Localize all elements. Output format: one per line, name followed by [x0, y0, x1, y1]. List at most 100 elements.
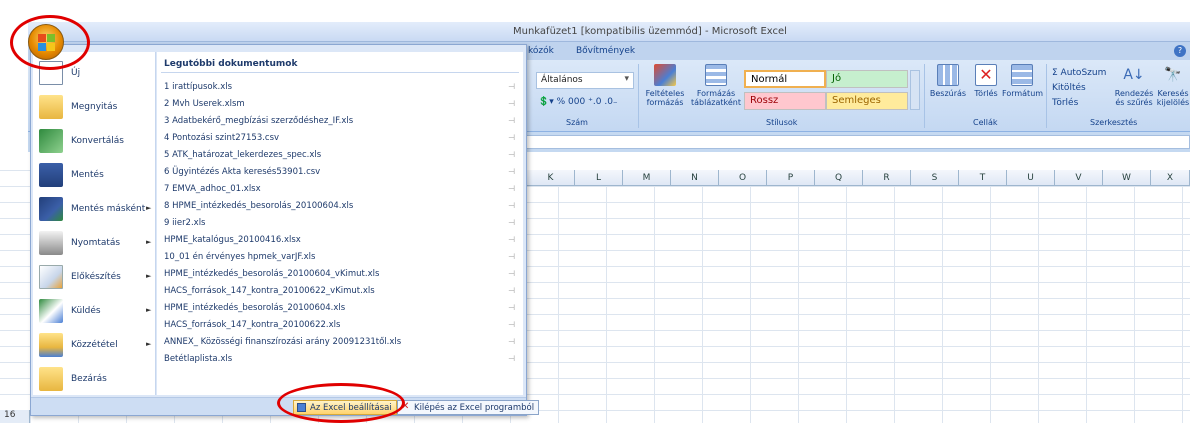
autosum-button[interactable]: Σ AutoSzum — [1052, 68, 1106, 78]
tab-addins[interactable]: Bővítmények — [576, 46, 635, 56]
recent-item[interactable]: HPME_intézkedés_besorolás_20100604.xls ⊣ — [164, 303, 519, 319]
recent-item[interactable]: 7 EMVA_adhoc_01.xlsx ⊣ — [164, 184, 519, 200]
clear-button[interactable]: Törlés — [1052, 98, 1078, 108]
find-select-label: Keresés kijelölés — [1156, 89, 1190, 107]
column-headers: K L M N O P Q R S T U V W X — [527, 170, 1190, 186]
pin-icon[interactable]: ⊣ — [508, 303, 515, 312]
pin-icon[interactable]: ⊣ — [508, 184, 515, 193]
pin-icon[interactable]: ⊣ — [508, 82, 515, 91]
recent-item[interactable]: ANNEX_ Közösségi finanszírozási arány 20… — [164, 337, 519, 353]
pin-icon[interactable]: ⊣ — [508, 167, 515, 176]
chevron-right-icon: ► — [146, 204, 152, 212]
pin-icon[interactable]: ⊣ — [508, 252, 515, 261]
column-header[interactable]: P — [767, 170, 815, 186]
find-select-button[interactable]: 🔭 Keresés kijelölés — [1156, 64, 1190, 107]
recent-item[interactable]: 10_01 én érvényes hpmek_varJF.xls ⊣ — [164, 252, 519, 268]
column-header[interactable]: X — [1151, 170, 1190, 186]
exit-excel-button[interactable]: ✕ Kilépés az Excel programból — [397, 400, 540, 415]
column-header[interactable]: T — [959, 170, 1007, 186]
conditional-format-button[interactable]: Feltételes formázás — [640, 64, 690, 107]
pin-icon[interactable]: ⊣ — [508, 354, 515, 363]
recent-item-label: 2 Mvh Userek.xlsm — [164, 99, 245, 109]
chevron-right-icon: ► — [146, 340, 152, 348]
recent-item[interactable]: 8 HPME_intézkedés_besorolás_20100604.xls… — [164, 201, 519, 217]
annotation-circle-options — [277, 383, 405, 423]
menu-item-close[interactable]: Bezárás — [33, 360, 156, 400]
format-as-table-button[interactable]: Formázás táblázatként — [690, 64, 742, 107]
column-header[interactable]: V — [1055, 170, 1103, 186]
prepare-icon — [39, 265, 63, 289]
column-header[interactable]: K — [527, 170, 575, 186]
pin-icon[interactable]: ⊣ — [508, 337, 515, 346]
row-number[interactable]: 16 — [0, 410, 30, 423]
recent-item-label: 1 irattípusok.xls — [164, 82, 233, 92]
pin-icon[interactable]: ⊣ — [508, 218, 515, 227]
delete-cells-button[interactable]: ✕ Törlés — [968, 64, 1004, 98]
conditional-format-label: Feltételes formázás — [645, 89, 685, 107]
styles-scroll[interactable] — [910, 70, 920, 110]
recent-item[interactable]: HPME_intézkedés_besorolás_20100604_vKimu… — [164, 269, 519, 285]
recent-item[interactable]: HPME_katalógus_20100416.xlsx ⊣ — [164, 235, 519, 251]
column-header[interactable]: W — [1103, 170, 1151, 186]
column-header[interactable]: U — [1007, 170, 1055, 186]
formula-input[interactable] — [525, 135, 1190, 149]
tab-developer[interactable]: kózók — [528, 46, 554, 56]
recent-item[interactable]: 6 Ügyintézés Akta keresés53901.csv ⊣ — [164, 167, 519, 183]
recent-item[interactable]: Betétlaplista.xls ⊣ — [164, 354, 519, 370]
column-header[interactable]: L — [575, 170, 623, 186]
style-good[interactable]: Jó — [826, 70, 908, 88]
recent-item[interactable]: HACS_források_147_kontra_20100622_vKimut… — [164, 286, 519, 302]
pin-icon[interactable]: ⊣ — [508, 133, 515, 142]
column-header[interactable]: O — [719, 170, 767, 186]
pin-icon[interactable]: ⊣ — [508, 320, 515, 329]
recent-item-label: 5 ATK_határozat_lekerdezes_spec.xls — [164, 150, 322, 160]
title-bar: Munkafüzet1 [kompatibilis üzemmód] - Mic… — [28, 22, 1190, 42]
recent-item[interactable]: 3 Adatbekérő_megbízási szerződéshez_IF.x… — [164, 116, 519, 132]
pin-icon[interactable]: ⊣ — [508, 235, 515, 244]
pin-icon[interactable]: ⊣ — [508, 286, 515, 295]
send-icon — [39, 299, 63, 323]
percent-button[interactable]: % — [557, 97, 566, 107]
decrease-decimal-icon[interactable]: .0₋ — [604, 97, 617, 107]
format-cells-label: Formátum — [1002, 89, 1044, 98]
recent-item[interactable]: 4 Pontozási szint27153.csv ⊣ — [164, 133, 519, 149]
thousands-button[interactable]: 000 — [568, 97, 585, 107]
pin-icon[interactable]: ⊣ — [508, 99, 515, 108]
column-header[interactable]: M — [623, 170, 671, 186]
publish-icon — [39, 333, 63, 357]
save-as-icon — [39, 197, 63, 221]
column-header[interactable]: Q — [815, 170, 863, 186]
recent-item[interactable]: HACS_források_147_kontra_20100622.xls ⊣ — [164, 320, 519, 336]
format-cells-icon — [1011, 64, 1033, 86]
recent-item[interactable]: 2 Mvh Userek.xlsm ⊣ — [164, 99, 519, 115]
currency-icon[interactable]: 💲▾ — [538, 97, 554, 107]
recent-item-label: HPME_katalógus_20100416.xlsx — [164, 235, 301, 245]
format-cells-button[interactable]: Formátum — [1002, 64, 1044, 98]
exit-excel-label: Kilépés az Excel programból — [414, 403, 535, 413]
menu-item-label: Bezárás — [71, 374, 107, 384]
pin-icon[interactable]: ⊣ — [508, 150, 515, 159]
increase-decimal-icon[interactable]: ⁺.0 — [588, 97, 601, 107]
pin-icon[interactable]: ⊣ — [508, 201, 515, 210]
fill-button[interactable]: Kitöltés — [1052, 83, 1086, 93]
window-title: Munkafüzet1 [kompatibilis üzemmód] - Mic… — [513, 26, 787, 37]
pin-icon[interactable]: ⊣ — [508, 269, 515, 278]
recent-item[interactable]: 1 irattípusok.xls ⊣ — [164, 82, 519, 98]
pin-icon[interactable]: ⊣ — [508, 116, 515, 125]
delete-cells-label: Törlés — [974, 89, 998, 98]
insert-cells-button[interactable]: Beszúrás — [928, 64, 968, 98]
recent-item[interactable]: 5 ATK_határozat_lekerdezes_spec.xls ⊣ — [164, 150, 519, 166]
column-header[interactable]: N — [671, 170, 719, 186]
annotation-circle-office-button — [10, 15, 90, 70]
recent-item-label: 6 Ügyintézés Akta keresés53901.csv — [164, 167, 321, 177]
number-format-select[interactable]: Általános — [536, 72, 634, 89]
column-header[interactable]: S — [911, 170, 959, 186]
close-folder-icon — [39, 367, 63, 391]
recent-item[interactable]: 9 iier2.xls ⊣ — [164, 218, 519, 234]
style-bad[interactable]: Rossz — [744, 92, 826, 110]
help-icon[interactable]: ? — [1174, 45, 1186, 57]
style-neutral[interactable]: Semleges — [826, 92, 908, 110]
style-normal[interactable]: Normál — [744, 70, 826, 88]
column-header[interactable]: R — [863, 170, 911, 186]
sort-filter-button[interactable]: A↓ Rendezés és szűrés — [1114, 64, 1154, 107]
